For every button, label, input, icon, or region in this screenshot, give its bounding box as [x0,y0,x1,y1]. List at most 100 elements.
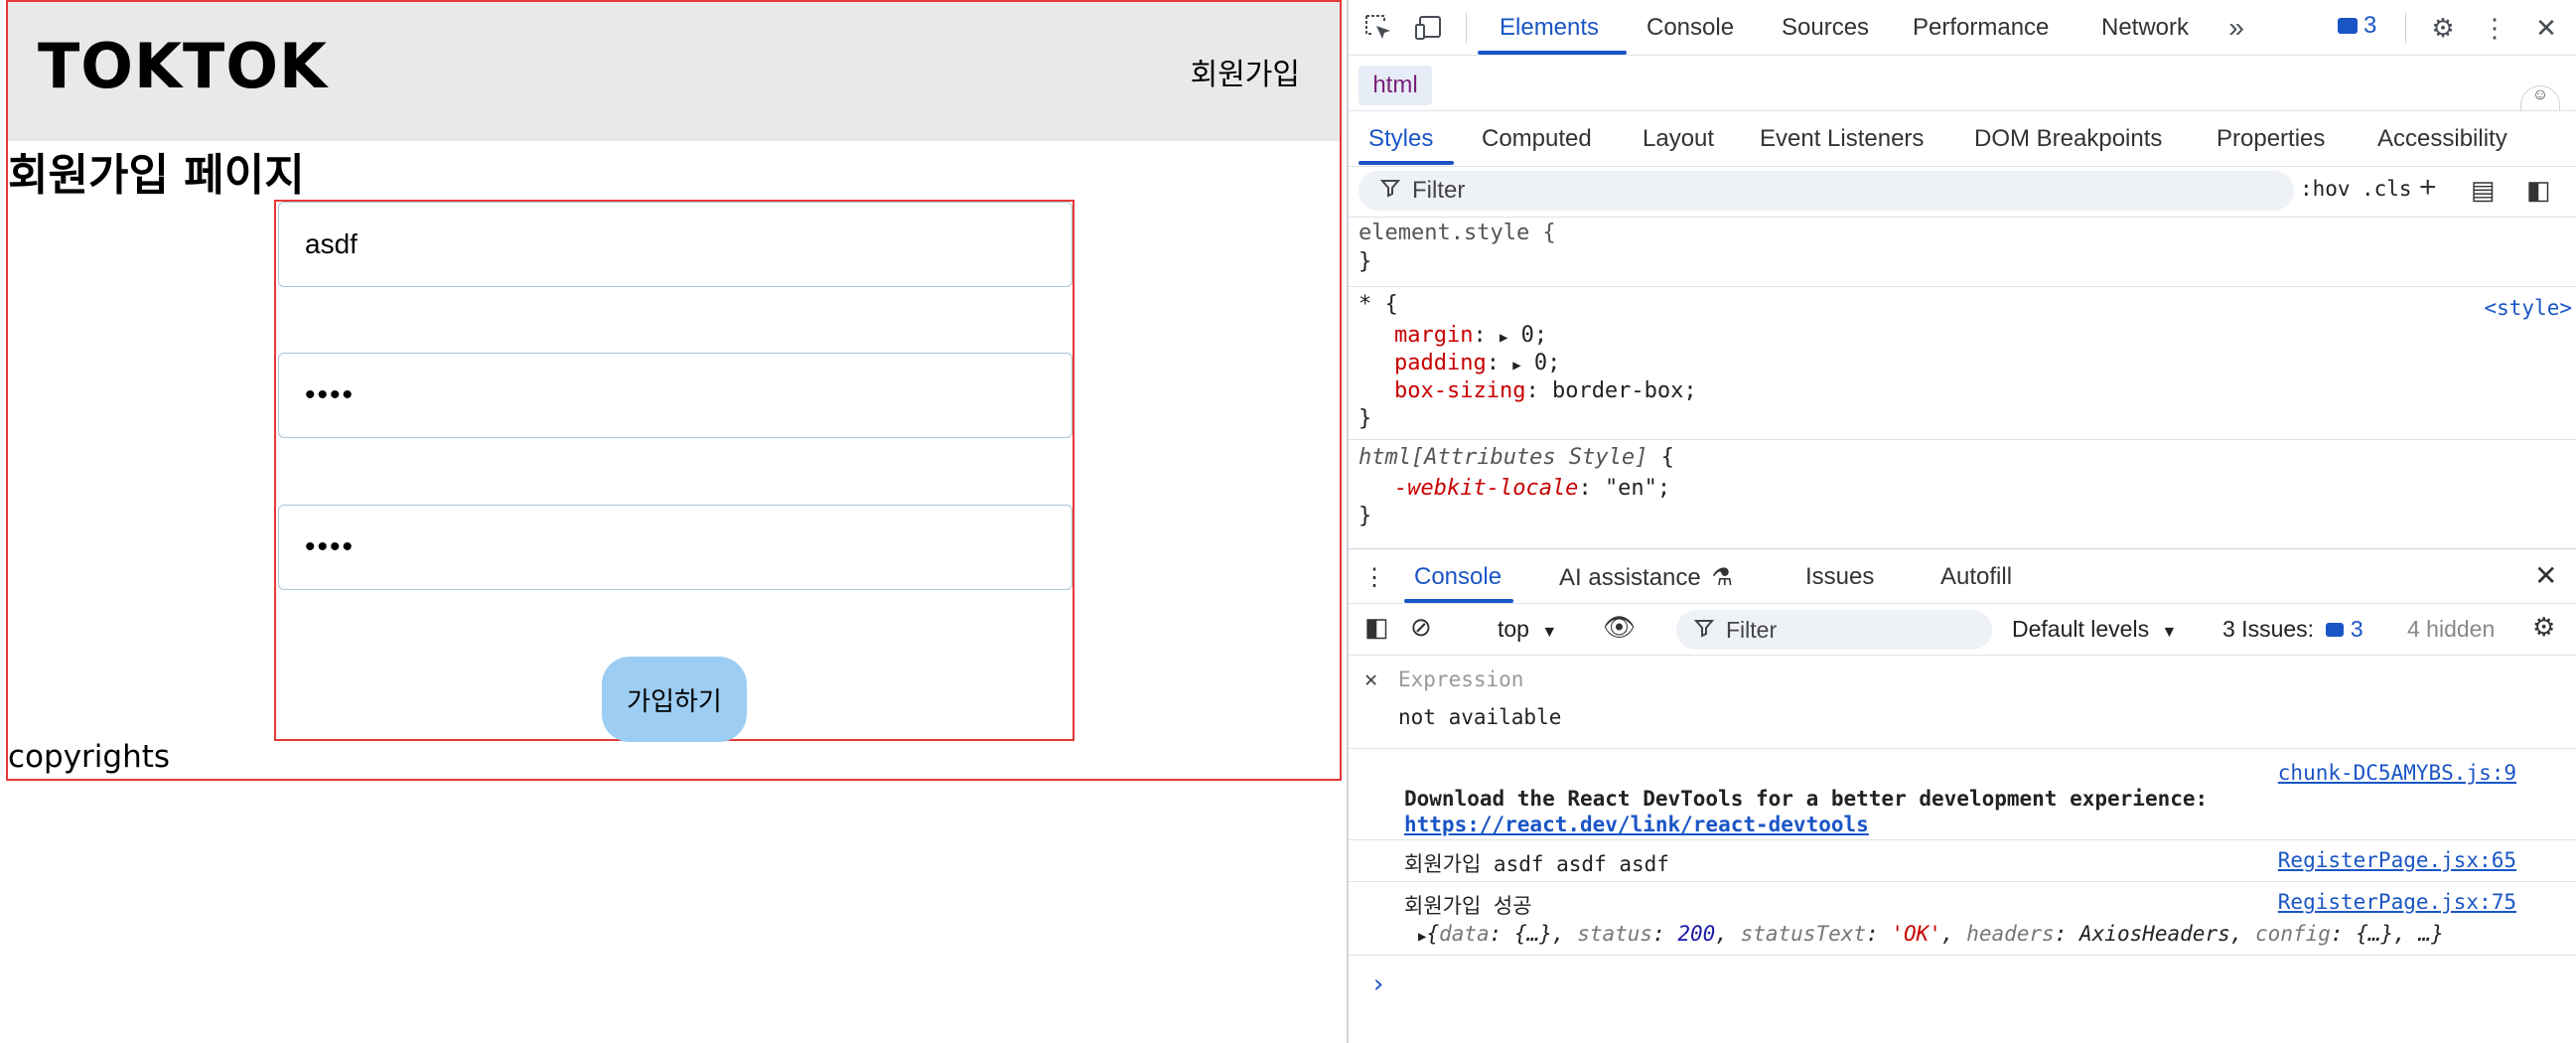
active-subtab-indicator [1359,161,1454,165]
tab-console[interactable]: Console [1646,14,1734,42]
expression-input[interactable]: Expression [1398,668,1523,691]
rule-close-brace: } [1359,249,1372,274]
issues-count: 3 [2363,12,2377,39]
inspect-element-icon[interactable] [1362,12,1394,44]
log-levels-dropdown[interactable]: Default levels ▼ [2012,616,2177,643]
drawer-tab-autofill[interactable]: Autofill [1940,563,2012,591]
clear-console-icon[interactable]: ⊘ [1410,612,1432,643]
tab-dom-breakpoints[interactable]: DOM Breakpoints [1974,125,2162,153]
plus-icon[interactable]: + [2419,171,2437,205]
log-message: Download the React DevTools for a better… [1404,787,2209,811]
key-config: config [2255,922,2331,946]
tab-performance[interactable]: Performance [1913,14,2049,42]
value-statustext: 'OK' [1891,922,1941,946]
register-submit-button[interactable]: 가입하기 [602,657,747,742]
toggle-sidebar-icon[interactable]: ◧ [2526,175,2551,206]
style-origin-link[interactable]: <style> [2484,296,2572,320]
log-message: 회원가입 성공 [1404,894,1532,918]
webkit-locale-declaration[interactable]: -webkit-locale: "en"; [1359,476,2570,501]
rule-separator [1349,439,2576,440]
close-icon[interactable]: ✕ [1364,668,1377,692]
password-confirm-input[interactable]: •••• [278,505,1073,590]
message-icon [2326,623,2345,637]
close-icon[interactable]: ✕ [2530,12,2562,44]
drawer-tab-ai-assistance[interactable]: AI assistance ⚗ [1559,563,1733,592]
tab-event-listeners[interactable]: Event Listeners [1760,125,1924,153]
kebab-menu-icon[interactable]: ⋮ [2479,12,2510,44]
accessibility-tree-icon[interactable]: ☺ [2520,85,2560,111]
paint-brush-icon[interactable]: ▤ [2471,175,2496,206]
padding-declaration[interactable]: padding: ▶ 0; [1359,351,2570,375]
tab-styles[interactable]: Styles [1368,125,1433,153]
chevron-double-right-icon[interactable]: » [2220,12,2252,44]
hidden-count: 4 hidden [2407,616,2496,642]
tab-computed[interactable]: Computed [1482,125,1592,153]
margin-declaration[interactable]: margin: ▶ 0; [1359,323,2570,348]
class-toggle[interactable]: .cls [2361,177,2412,201]
register-nav-link[interactable]: 회원가입 [1191,50,1300,93]
tab-network[interactable]: Network [2101,14,2189,42]
tab-accessibility[interactable]: Accessibility [2377,125,2507,153]
footer-copyright: copyrights [8,739,171,775]
kebab-menu-icon[interactable]: ⋮ [1362,563,1386,592]
box-sizing-prop: box-sizing [1394,378,1526,403]
gear-icon[interactable]: ⚙ [2427,12,2459,44]
site-logo[interactable]: TOKTOK [38,30,328,102]
object-tail: …} [2418,922,2444,946]
value-headers: AxiosHeaders [2079,922,2230,946]
value-data: {…} [1513,922,1552,946]
drawer-tab-issues[interactable]: Issues [1805,563,1874,591]
console-issues-count: 3 [2350,616,2363,642]
margin-val: 0; [1520,323,1548,348]
box-sizing-declaration[interactable]: box-sizing: border-box; [1359,378,2570,403]
rule-close-brace: } [1359,504,1372,528]
console-filter-input[interactable]: Filter [1676,610,1992,650]
issues-counter-button[interactable]: 3 [2338,12,2376,40]
tab-elements[interactable]: Elements [1500,14,1599,42]
eye-icon[interactable]: 👁 [1603,612,1636,643]
tab-properties[interactable]: Properties [2217,125,2325,153]
webkit-locale-val: "en"; [1604,476,1671,501]
tab-layout[interactable]: Layout [1643,125,1714,153]
hover-state-toggle[interactable]: :hov [2300,177,2351,201]
register-form: asdf •••• •••• 가입하기 [274,200,1074,742]
log-source-link[interactable]: RegisterPage.jsx:65 [2278,848,2516,872]
gear-icon[interactable]: ⚙ [2532,612,2555,643]
toolbar-divider [2405,12,2406,44]
device-toolbar-icon[interactable] [1414,12,1446,44]
styles-filter-input[interactable]: Filter [1359,171,2294,211]
password-input[interactable]: •••• [278,353,1073,438]
html-attributes-selector-line: html[Attributes Style] { [1359,445,2570,470]
value-status: 200 [1677,922,1716,946]
console-prompt[interactable]: › [1370,969,1386,999]
html-attributes-rule[interactable]: html[Attributes Style] { -webkit-locale:… [1359,445,2570,528]
box-sizing-val: border-box; [1551,378,1697,403]
styles-pane: element.style { } * { margin: ▶ 0; paddi… [1349,217,2576,540]
context-selector[interactable]: top ▼ [1498,616,1557,643]
chevron-down-icon: ▼ [2161,624,2178,641]
webkit-locale-prop: -webkit-locale [1394,476,1579,501]
tab-sources[interactable]: Sources [1782,14,1869,42]
username-input[interactable]: asdf [278,202,1073,287]
expand-triangle-icon[interactable]: ▶ [1500,330,1507,346]
styles-filter-placeholder: Filter [1412,177,1466,204]
chevron-down-icon: ▼ [1541,624,1558,641]
response-object-preview[interactable]: ▶{data: {…}, status: 200, statusText: 'O… [1418,922,2444,946]
sidebar-toggle-icon[interactable]: ◧ [1364,612,1389,643]
filter-icon [1693,617,1715,644]
element-style-rule[interactable]: element.style { } [1359,221,2570,274]
drawer-tab-console[interactable]: Console [1414,563,1502,591]
react-devtools-link[interactable]: https://react.dev/link/react-devtools [1404,813,1869,836]
console-issues-label: 3 Issues: [2222,616,2315,642]
log-source-link[interactable]: chunk-DC5AMYBS.js:9 [2278,761,2516,785]
log-source-link[interactable]: RegisterPage.jsx:75 [2278,890,2516,914]
console-issues-button[interactable]: 3 Issues: 3 [2222,616,2363,643]
close-icon[interactable]: ✕ [2534,559,2557,592]
key-headers: headers [1966,922,2055,946]
drawer-tab-ai-label: AI assistance [1559,564,1701,591]
key-status: status [1577,922,1653,946]
element-style-selector: element.style { [1359,221,1556,245]
breadcrumb-html[interactable]: html [1359,66,1432,105]
expand-triangle-icon[interactable]: ▶ [1512,358,1520,373]
universal-rule[interactable]: * { margin: ▶ 0; padding: ▶ 0; box-sizin… [1359,292,2570,431]
